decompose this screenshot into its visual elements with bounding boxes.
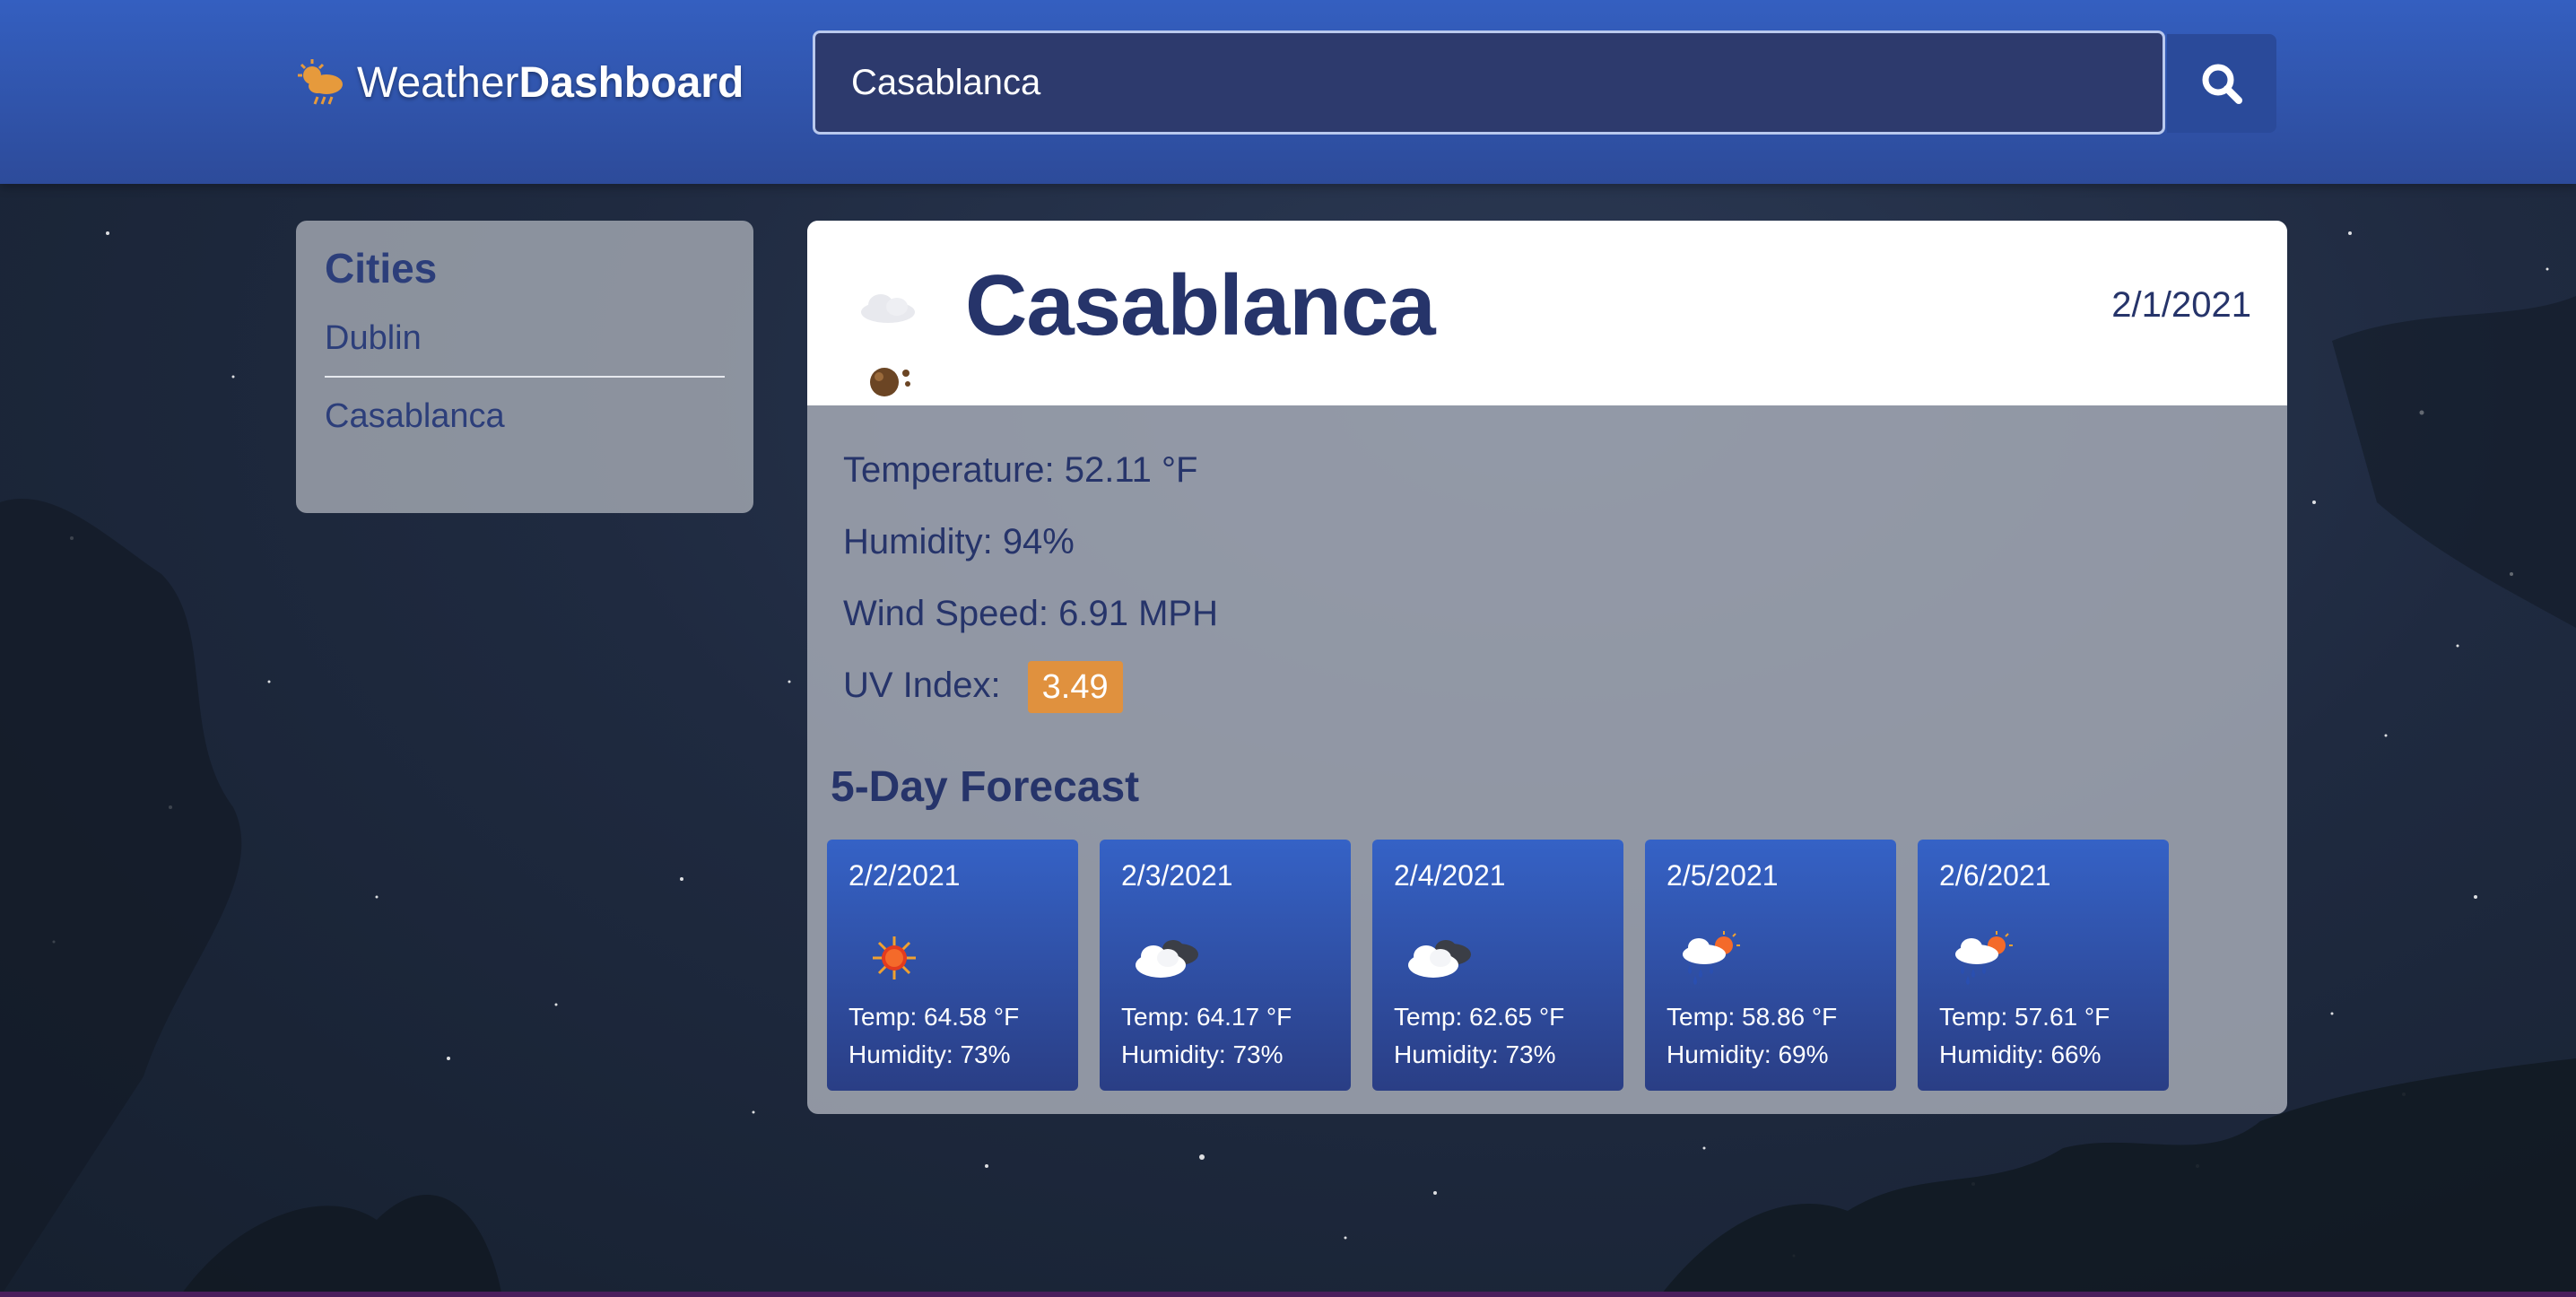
forecast-temp: Temp: 64.58 °F bbox=[849, 1003, 1020, 1031]
forecast-date: 2/2/2021 bbox=[849, 859, 961, 892]
forecast-humidity: Humidity: 73% bbox=[1394, 1040, 1556, 1068]
forecast-humidity: Humidity: 66% bbox=[1939, 1040, 2102, 1068]
forecast-date: 2/4/2021 bbox=[1394, 859, 1506, 892]
bottom-border bbox=[0, 1292, 2576, 1297]
broken-clouds-icon bbox=[1136, 940, 1198, 978]
forecast-humidity: Humidity: 73% bbox=[849, 1040, 1011, 1068]
uv-index-badge: 3.49 bbox=[1027, 661, 1123, 714]
forecast-card: 2/6/2021 Temp: 57.61 °F Humidity: 66% bbox=[1918, 840, 2169, 1091]
sun-rain-cloud-icon bbox=[298, 59, 343, 105]
forecast-temp: Temp: 62.65 °F bbox=[1394, 1003, 1565, 1031]
sun-rain-icon bbox=[1683, 931, 1740, 985]
cities-panel: Cities Dublin Casablanca bbox=[296, 221, 753, 513]
forecast-humidity: Humidity: 69% bbox=[1667, 1040, 1829, 1068]
city-search-input[interactable] bbox=[813, 30, 2165, 135]
current-weather-card: Casablanca 2/1/2021 Temperature: 52.11 °… bbox=[807, 221, 2287, 1114]
wind-speed-text: Wind Speed: 6.91 MPH bbox=[843, 594, 1218, 633]
forecast-card: 2/2/2021 Temp: 64.58 °F Humidity: 73% bbox=[827, 840, 1078, 1091]
forecast-card: 2/4/2021 Temp: 62.65 °F Humidity: 73% bbox=[1372, 840, 1623, 1091]
city-item-dublin[interactable]: Dublin bbox=[325, 309, 725, 376]
brand-name-bold: Dashboard bbox=[518, 58, 744, 107]
humidity-text: Humidity: 94% bbox=[843, 522, 1075, 561]
current-weather-header: Casablanca 2/1/2021 bbox=[807, 221, 2287, 405]
forecast-temp: Temp: 64.17 °F bbox=[1121, 1003, 1292, 1031]
cities-title: Cities bbox=[325, 245, 438, 292]
search-icon bbox=[2202, 64, 2242, 104]
current-details: Temperature: 52.11 °F Humidity: 94% Wind… bbox=[843, 434, 1218, 721]
city-item-casablanca[interactable]: Casablanca bbox=[325, 376, 725, 454]
forecast-card: 2/5/2021 Temp: 58.86 °F Humidity: 69% bbox=[1645, 840, 1896, 1091]
uv-index-label: UV Index: bbox=[843, 666, 1001, 705]
brand-name-regular: Weather bbox=[357, 58, 519, 107]
sun-icon bbox=[873, 936, 916, 979]
forecast-card: 2/3/2021 Temp: 64.17 °F Humidity: 73% bbox=[1100, 840, 1351, 1091]
forecast-row: 2/2/2021 Temp: 64.58 °F Humidity: 73% 2/… bbox=[827, 840, 2169, 1091]
temperature-text: Temperature: 52.11 °F bbox=[843, 450, 1198, 490]
night-clouds-icon bbox=[861, 294, 915, 396]
top-header: Weather Dashboard bbox=[0, 0, 2576, 184]
forecast-temp: Temp: 58.86 °F bbox=[1667, 1003, 1838, 1031]
forecast-temp: Temp: 57.61 °F bbox=[1939, 1003, 2110, 1031]
forecast-date: 2/6/2021 bbox=[1939, 859, 2051, 892]
app-logo: Weather Dashboard bbox=[294, 56, 744, 109]
forecast-date: 2/3/2021 bbox=[1121, 859, 1233, 892]
current-city-name: Casablanca bbox=[965, 257, 1436, 353]
sun-rain-icon bbox=[1955, 931, 2013, 985]
broken-clouds-icon bbox=[1408, 940, 1471, 978]
current-date: 2/1/2021 bbox=[2111, 285, 2251, 325]
forecast-humidity: Humidity: 73% bbox=[1121, 1040, 1284, 1068]
uv-index-row: UV Index: 3.49 bbox=[843, 649, 1218, 721]
search-button[interactable] bbox=[2167, 34, 2276, 133]
forecast-title: 5-Day Forecast bbox=[831, 763, 1140, 811]
forecast-date: 2/5/2021 bbox=[1667, 859, 1779, 892]
